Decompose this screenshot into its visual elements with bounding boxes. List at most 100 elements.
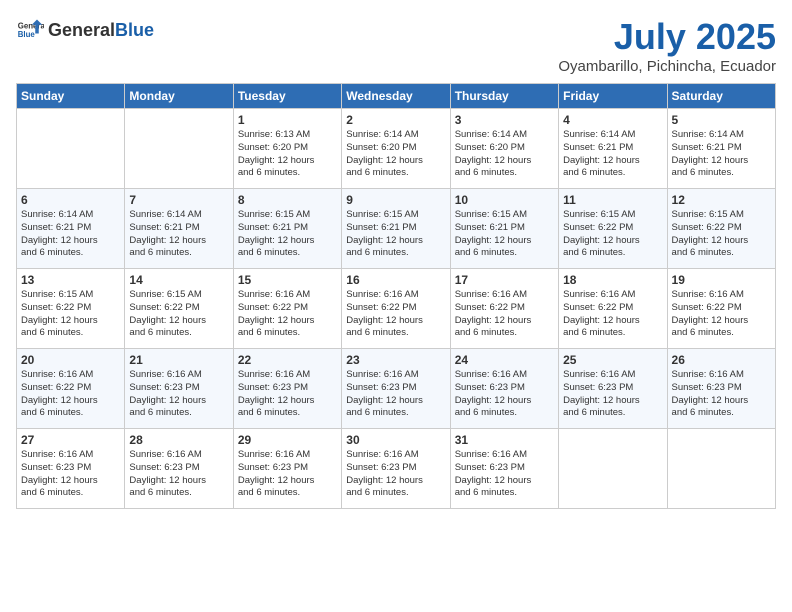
cell-info: Sunrise: 6:16 AM Sunset: 6:23 PM Dayligh… [238,449,337,500]
cell-info: Sunrise: 6:15 AM Sunset: 6:22 PM Dayligh… [563,209,662,260]
cell-info: Sunrise: 6:16 AM Sunset: 6:22 PM Dayligh… [238,289,337,340]
page-header: General Blue GeneralBlue July 2025 Oyamb… [16,16,776,75]
calendar-cell: 29 Sunrise: 6:16 AM Sunset: 6:23 PM Dayli… [233,429,341,509]
logo: General Blue GeneralBlue [16,16,154,44]
day-number: 9 [346,193,445,207]
calendar-cell: 14 Sunrise: 6:15 AM Sunset: 6:22 PM Dayli… [125,269,233,349]
calendar-cell: 25 Sunrise: 6:16 AM Sunset: 6:23 PM Dayli… [559,349,667,429]
calendar-cell: 17 Sunrise: 6:16 AM Sunset: 6:22 PM Dayli… [450,269,558,349]
day-number: 5 [672,113,771,127]
cell-info: Sunrise: 6:16 AM Sunset: 6:22 PM Dayligh… [455,289,554,340]
day-number: 29 [238,433,337,447]
day-number: 1 [238,113,337,127]
cell-info: Sunrise: 6:14 AM Sunset: 6:21 PM Dayligh… [563,129,662,180]
day-number: 12 [672,193,771,207]
week-row-3: 13 Sunrise: 6:15 AM Sunset: 6:22 PM Dayli… [17,269,776,349]
calendar-cell: 27 Sunrise: 6:16 AM Sunset: 6:23 PM Dayli… [17,429,125,509]
calendar-body: 1 Sunrise: 6:13 AM Sunset: 6:20 PM Daylig… [17,109,776,509]
col-header-friday: Friday [559,84,667,109]
day-number: 16 [346,273,445,287]
calendar-cell: 23 Sunrise: 6:16 AM Sunset: 6:23 PM Dayli… [342,349,450,429]
cell-info: Sunrise: 6:15 AM Sunset: 6:22 PM Dayligh… [672,209,771,260]
calendar-cell: 5 Sunrise: 6:14 AM Sunset: 6:21 PM Daylig… [667,109,775,189]
calendar-cell: 1 Sunrise: 6:13 AM Sunset: 6:20 PM Daylig… [233,109,341,189]
cell-info: Sunrise: 6:16 AM Sunset: 6:22 PM Dayligh… [346,289,445,340]
cell-info: Sunrise: 6:16 AM Sunset: 6:23 PM Dayligh… [346,449,445,500]
day-number: 11 [563,193,662,207]
cell-info: Sunrise: 6:16 AM Sunset: 6:23 PM Dayligh… [563,369,662,420]
calendar-cell: 2 Sunrise: 6:14 AM Sunset: 6:20 PM Daylig… [342,109,450,189]
calendar-cell: 7Sunrise: 6:14 AM Sunset: 6:21 PM Daylig… [125,189,233,269]
logo-blue-text: Blue [115,20,154,40]
calendar-cell: 22Sunrise: 6:16 AM Sunset: 6:23 PM Dayli… [233,349,341,429]
day-number: 27 [21,433,120,447]
cell-info: Sunrise: 6:16 AM Sunset: 6:23 PM Dayligh… [129,449,228,500]
col-header-wednesday: Wednesday [342,84,450,109]
cell-info: Sunrise: 6:16 AM Sunset: 6:22 PM Dayligh… [672,289,771,340]
cell-info: Sunrise: 6:15 AM Sunset: 6:22 PM Dayligh… [21,289,120,340]
cell-info: Sunrise: 6:16 AM Sunset: 6:23 PM Dayligh… [21,449,120,500]
day-number: 25 [563,353,662,367]
calendar-cell: 18 Sunrise: 6:16 AM Sunset: 6:22 PM Dayli… [559,269,667,349]
col-header-monday: Monday [125,84,233,109]
day-number: 14 [129,273,228,287]
calendar-cell [125,109,233,189]
cell-info: Sunrise: 6:15 AM Sunset: 6:21 PM Dayligh… [346,209,445,260]
calendar-cell: 31Sunrise: 6:16 AM Sunset: 6:23 PM Dayli… [450,429,558,509]
calendar-cell [17,109,125,189]
day-number: 13 [21,273,120,287]
cell-info: Sunrise: 6:16 AM Sunset: 6:22 PM Dayligh… [21,369,120,420]
day-number: 22 [238,353,337,367]
day-number: 28 [129,433,228,447]
day-number: 8 [238,193,337,207]
calendar-cell: 6Sunrise: 6:14 AM Sunset: 6:21 PM Daylig… [17,189,125,269]
calendar-cell: 13 Sunrise: 6:15 AM Sunset: 6:22 PM Dayli… [17,269,125,349]
calendar-cell [667,429,775,509]
cell-info: Sunrise: 6:16 AM Sunset: 6:22 PM Dayligh… [563,289,662,340]
cell-info: Sunrise: 6:15 AM Sunset: 6:22 PM Dayligh… [129,289,228,340]
calendar-cell: 3 Sunrise: 6:14 AM Sunset: 6:20 PM Daylig… [450,109,558,189]
month-year-title: July 2025 [558,16,776,58]
cell-info: Sunrise: 6:14 AM Sunset: 6:20 PM Dayligh… [346,129,445,180]
calendar-cell: 12 Sunrise: 6:15 AM Sunset: 6:22 PM Dayli… [667,189,775,269]
cell-info: Sunrise: 6:16 AM Sunset: 6:23 PM Dayligh… [455,369,554,420]
day-number: 26 [672,353,771,367]
day-number: 2 [346,113,445,127]
cell-info: Sunrise: 6:15 AM Sunset: 6:21 PM Dayligh… [238,209,337,260]
day-number: 30 [346,433,445,447]
day-number: 24 [455,353,554,367]
calendar-cell: 16 Sunrise: 6:16 AM Sunset: 6:22 PM Dayli… [342,269,450,349]
calendar-header-row: SundayMondayTuesdayWednesdayThursdayFrid… [17,84,776,109]
day-number: 6 [21,193,120,207]
week-row-1: 1 Sunrise: 6:13 AM Sunset: 6:20 PM Daylig… [17,109,776,189]
day-number: 3 [455,113,554,127]
day-number: 31 [455,433,554,447]
week-row-2: 6 Sunrise: 6:14 AM Sunset: 6:21 PM Daylig… [17,189,776,269]
week-row-4: 20 Sunrise: 6:16 AM Sunset: 6:22 PM Dayli… [17,349,776,429]
logo-icon: General Blue [16,16,44,44]
day-number: 17 [455,273,554,287]
cell-info: Sunrise: 6:14 AM Sunset: 6:21 PM Dayligh… [672,129,771,180]
calendar-cell: 19Sunrise: 6:16 AM Sunset: 6:22 PM Dayli… [667,269,775,349]
title-block: July 2025 Oyambarillo, Pichincha, Ecuado… [558,16,776,75]
day-number: 15 [238,273,337,287]
cell-info: Sunrise: 6:13 AM Sunset: 6:20 PM Dayligh… [238,129,337,180]
cell-info: Sunrise: 6:16 AM Sunset: 6:23 PM Dayligh… [129,369,228,420]
day-number: 20 [21,353,120,367]
cell-info: Sunrise: 6:14 AM Sunset: 6:21 PM Dayligh… [129,209,228,260]
calendar-cell: 10Sunrise: 6:15 AM Sunset: 6:21 PM Dayli… [450,189,558,269]
cell-info: Sunrise: 6:14 AM Sunset: 6:20 PM Dayligh… [455,129,554,180]
calendar-cell: 24 Sunrise: 6:16 AM Sunset: 6:23 PM Dayli… [450,349,558,429]
calendar-cell: 21Sunrise: 6:16 AM Sunset: 6:23 PM Dayli… [125,349,233,429]
day-number: 23 [346,353,445,367]
cell-info: Sunrise: 6:16 AM Sunset: 6:23 PM Dayligh… [346,369,445,420]
cell-info: Sunrise: 6:16 AM Sunset: 6:23 PM Dayligh… [672,369,771,420]
day-number: 18 [563,273,662,287]
calendar-cell: 4Sunrise: 6:14 AM Sunset: 6:21 PM Daylig… [559,109,667,189]
calendar-cell: 26 Sunrise: 6:16 AM Sunset: 6:23 PM Dayli… [667,349,775,429]
calendar-cell: 20 Sunrise: 6:16 AM Sunset: 6:22 PM Dayli… [17,349,125,429]
week-row-5: 27 Sunrise: 6:16 AM Sunset: 6:23 PM Dayli… [17,429,776,509]
location-subtitle: Oyambarillo, Pichincha, Ecuador [558,58,776,75]
logo-general-text: General [48,20,115,40]
calendar-cell: 15 Sunrise: 6:16 AM Sunset: 6:22 PM Dayli… [233,269,341,349]
